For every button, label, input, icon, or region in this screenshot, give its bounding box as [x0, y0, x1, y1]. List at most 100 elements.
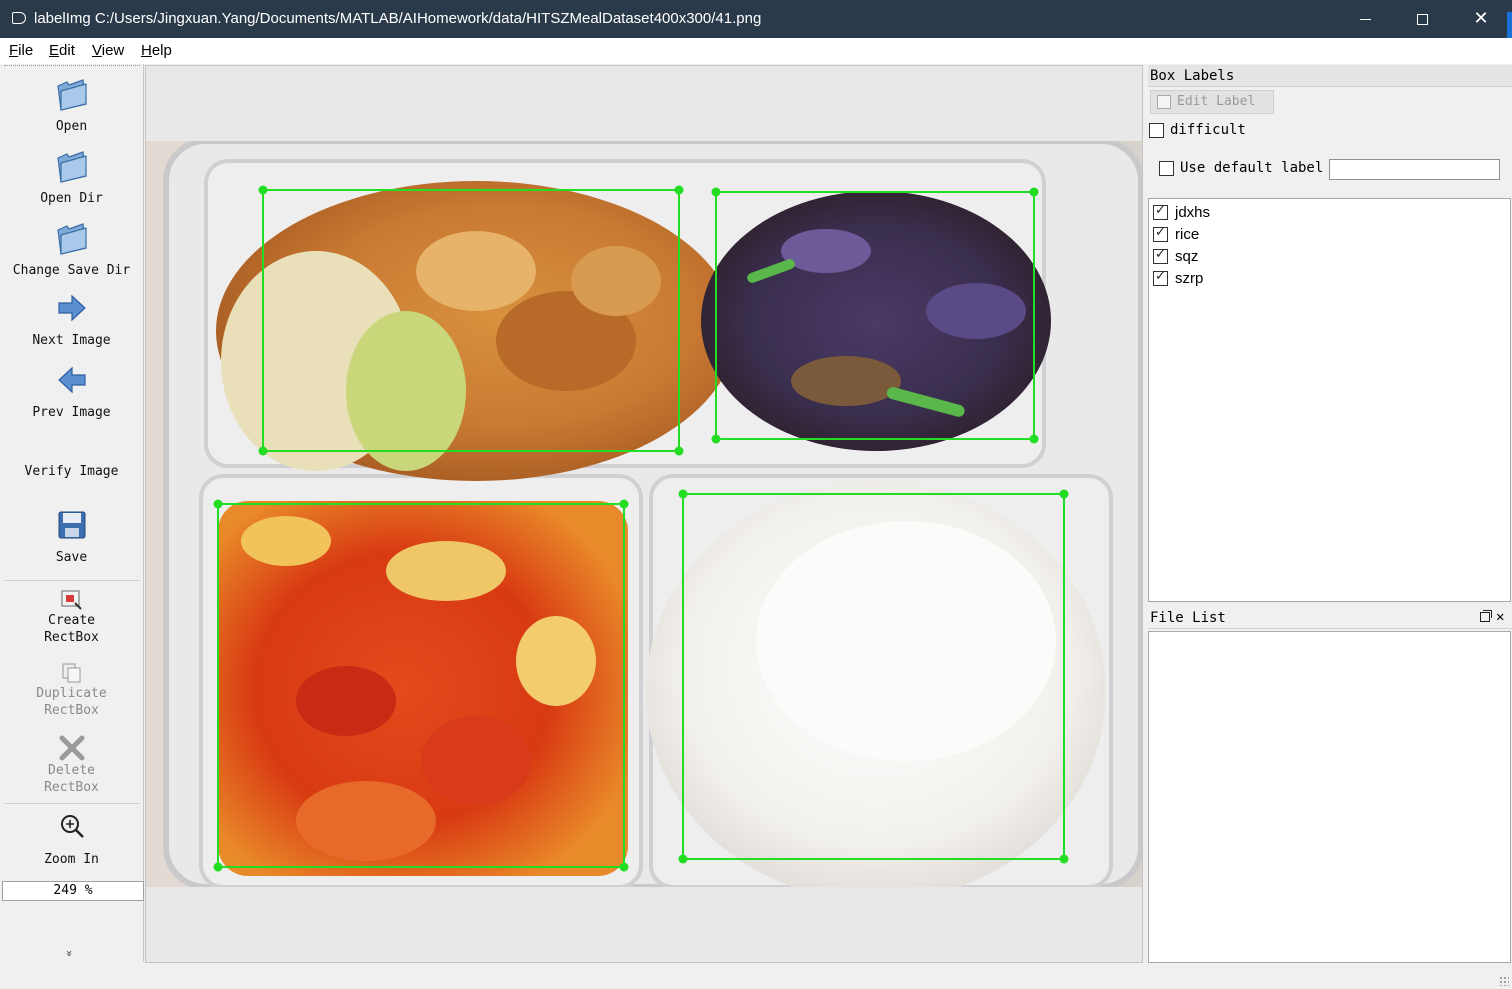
use-default-label-checkbox[interactable]	[1159, 161, 1174, 176]
create-rectbox-label-line2: RectBox	[44, 630, 99, 645]
menu-edit-mnemonic: E	[49, 42, 60, 59]
create-rectbox-button[interactable]: Create RectBox	[0, 588, 143, 646]
edit-label-text: Edit Label	[1177, 94, 1256, 109]
annotation-overlay	[213, 185, 1069, 872]
create-rect-icon	[61, 590, 82, 610]
menu-help-mnemonic: H	[141, 42, 152, 59]
change-save-dir-label: Change Save Dir	[12, 263, 131, 278]
box-labels-panel: Box Labels Edit Label difficult Use defa…	[1148, 65, 1512, 603]
delete-rectbox-label-line1: Delete	[48, 763, 95, 778]
prev-image-label: Prev Image	[32, 405, 111, 420]
save-label: Save	[55, 550, 88, 565]
menu-edit[interactable]: Edit	[49, 42, 75, 59]
menu-file-mnemonic: F	[9, 42, 19, 59]
label-list-item[interactable]: sqz	[1149, 245, 1509, 267]
menu-bar: File Edit View Help	[0, 38, 1512, 64]
next-image-button[interactable]: Next Image	[0, 294, 143, 349]
title-bar: labelImg C:/Users/Jingxuan.Yang/Document…	[0, 0, 1512, 38]
save-button[interactable]: Save	[0, 511, 143, 566]
maximize-icon	[1416, 13, 1428, 25]
label-checkbox[interactable]	[1153, 203, 1168, 220]
default-label-input[interactable]	[1329, 159, 1500, 180]
bbox-jdxhs[interactable]	[258, 185, 684, 456]
create-rectbox-label-line1: Create	[48, 613, 95, 628]
label-text: sqz	[1175, 248, 1199, 265]
minimize-icon	[1359, 18, 1371, 20]
label-list-item[interactable]: szrp	[1149, 267, 1509, 289]
resize-grip[interactable]	[1499, 976, 1509, 986]
next-image-label: Next Image	[32, 333, 111, 348]
maximize-button[interactable]	[1393, 0, 1451, 38]
toolbar-grip[interactable]	[4, 65, 140, 68]
label-checkbox[interactable]	[1153, 269, 1168, 286]
file-list-panel: File List ✕	[1148, 607, 1512, 963]
menu-file-label: ile	[18, 42, 34, 59]
duplicate-rectbox-button[interactable]: Duplicate RectBox	[0, 661, 143, 719]
label-list-item[interactable]: rice	[1149, 223, 1509, 245]
zoom-in-icon	[60, 815, 84, 838]
change-save-dir-button[interactable]: Change Save Dir	[0, 220, 143, 279]
label-text: jdxhs	[1175, 204, 1211, 221]
label-list-item[interactable]: jdxhs	[1149, 201, 1509, 223]
zoom-value-input[interactable]: 249 %	[2, 881, 144, 901]
toolbar-separator	[4, 803, 140, 804]
menu-edit-label: dit	[59, 42, 75, 59]
verify-image-button[interactable]: Verify Image	[0, 463, 143, 480]
delete-x-icon	[59, 735, 84, 761]
arrow-left-icon	[57, 366, 86, 394]
edit-pencil-icon	[1157, 95, 1171, 109]
edit-label-button[interactable]: Edit Label	[1150, 90, 1274, 114]
zoom-in-button[interactable]: Zoom In	[0, 813, 143, 868]
label-checkbox[interactable]	[1153, 225, 1168, 242]
bbox-rice[interactable]	[678, 489, 1069, 864]
folder-icon	[56, 223, 87, 255]
window-edge	[1507, 12, 1512, 38]
duplicate-rectbox-label-line2: RectBox	[44, 703, 99, 718]
bbox-sqz[interactable]	[711, 187, 1039, 444]
bbox-szrp[interactable]	[213, 499, 629, 872]
label-checkbox[interactable]	[1153, 247, 1168, 264]
difficult-checkbox[interactable]	[1149, 123, 1164, 138]
open-dir-button[interactable]: Open Dir	[0, 148, 143, 207]
label-text: szrp	[1175, 270, 1204, 287]
folder-icon	[56, 151, 87, 183]
menu-help-label: elp	[151, 42, 172, 59]
label-list[interactable]: jdxhs rice sqz szrp	[1148, 198, 1511, 602]
folder-icon	[56, 79, 87, 111]
duplicate-rectbox-label-line1: Duplicate	[36, 686, 107, 701]
zoom-in-label: Zoom In	[44, 852, 99, 867]
floppy-disk-icon	[58, 511, 85, 539]
close-icon: ✕	[1473, 8, 1489, 29]
duplicate-icon	[62, 663, 80, 683]
box-labels-title: Box Labels	[1148, 65, 1512, 87]
chevron-down-icon: »	[62, 950, 76, 957]
use-default-label-text: Use default label	[1180, 160, 1324, 176]
open-button[interactable]: Open	[0, 76, 143, 135]
open-label: Open	[55, 119, 88, 134]
verify-image-label: Verify Image	[24, 464, 119, 479]
file-list-title: File List ✕	[1148, 607, 1512, 629]
close-window-button[interactable]: ✕	[1452, 0, 1510, 38]
toolbar-separator	[4, 580, 140, 581]
menu-view-label: iew	[101, 42, 125, 59]
toolbar-extension-button[interactable]: »	[62, 947, 76, 960]
file-list[interactable]	[1148, 631, 1511, 963]
arrow-right-icon	[57, 294, 86, 322]
delete-rectbox-label-line2: RectBox	[44, 780, 99, 795]
image-canvas[interactable]	[145, 65, 1143, 963]
toolbar: Open Open Dir Change Save Dir Next Image…	[0, 64, 144, 962]
delete-rectbox-button[interactable]: Delete RectBox	[0, 734, 143, 796]
menu-view-mnemonic: V	[92, 42, 102, 59]
difficult-label: difficult	[1170, 122, 1246, 138]
close-icon[interactable]: ✕	[1496, 608, 1504, 626]
window-title: labelImg C:/Users/Jingxuan.Yang/Document…	[34, 10, 762, 27]
label-text: rice	[1175, 226, 1200, 243]
prev-image-button[interactable]: Prev Image	[0, 366, 143, 421]
minimize-button[interactable]	[1336, 0, 1394, 38]
menu-help[interactable]: Help	[141, 42, 172, 59]
float-dock-icon[interactable]	[1480, 610, 1492, 622]
menu-file[interactable]: File	[9, 42, 33, 59]
menu-view[interactable]: View	[92, 42, 124, 59]
app-icon	[12, 12, 26, 24]
status-bar	[0, 963, 1512, 989]
